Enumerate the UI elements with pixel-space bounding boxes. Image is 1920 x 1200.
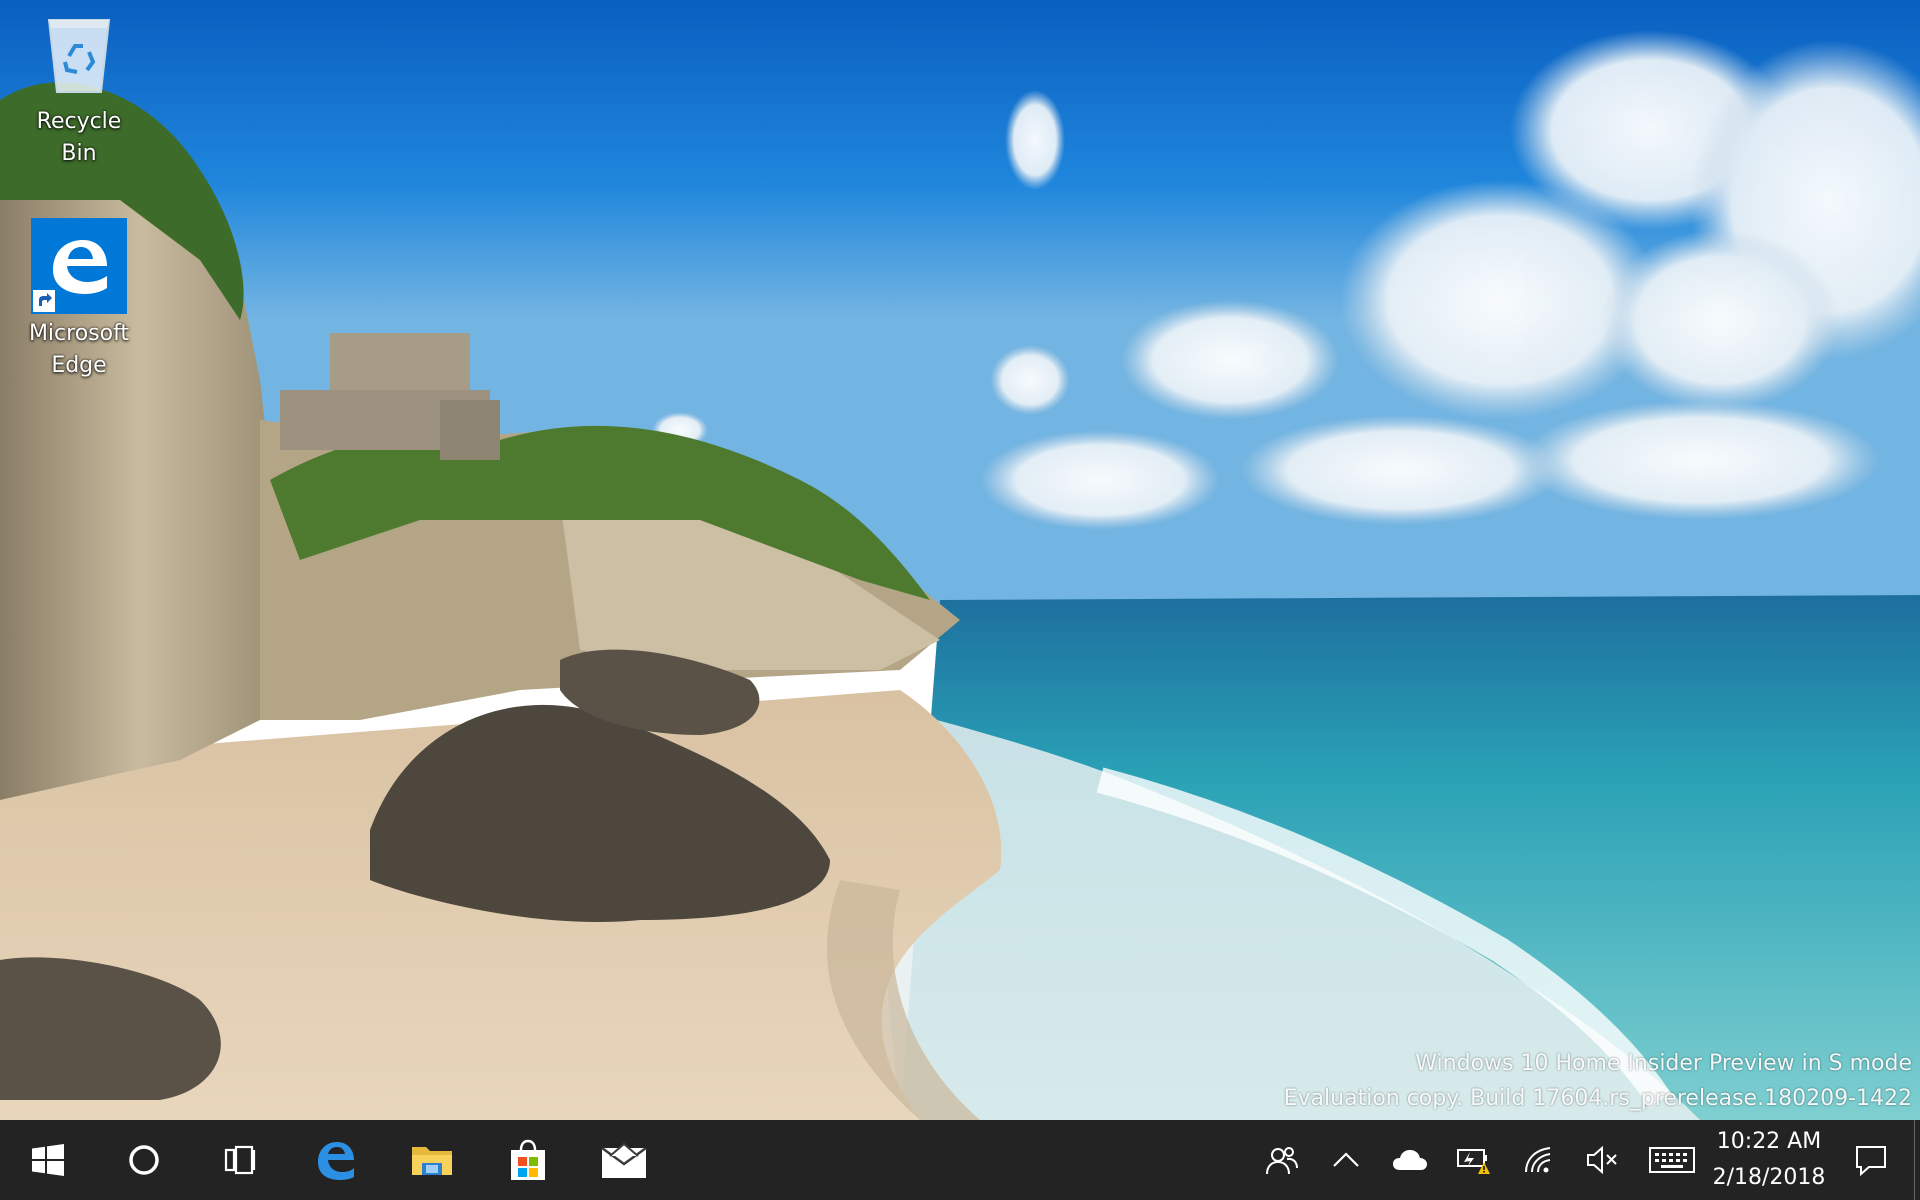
taskbar-clock[interactable]: 10:22 AM 2/18/2018 <box>1710 1120 1828 1200</box>
recycle-bin-icon <box>47 19 111 93</box>
edge-tile <box>31 218 127 314</box>
touch-keyboard-button[interactable] <box>1634 1120 1710 1200</box>
onedrive-cloud-icon <box>1393 1150 1427 1170</box>
store-button[interactable] <box>480 1120 576 1200</box>
watermark-line-1: Windows 10 Home Insider Preview in S mod… <box>1415 1051 1912 1076</box>
desktop-wallpaper <box>0 0 1920 1120</box>
file-explorer-button[interactable] <box>384 1120 480 1200</box>
evaluation-watermark: Windows 10 Home Insider Preview in S mod… <box>1284 1046 1912 1116</box>
edge-icon <box>318 1142 354 1180</box>
desktop-icon-recycle-bin[interactable]: Recycle Bin <box>24 10 134 170</box>
people-button[interactable] <box>1250 1120 1314 1200</box>
taskbar-edge-button[interactable] <box>288 1120 384 1200</box>
volume-muted-icon <box>1587 1145 1617 1175</box>
action-center-button[interactable] <box>1828 1120 1914 1200</box>
clock-date: 2/18/2018 <box>1712 1165 1826 1190</box>
cortana-circle-icon <box>129 1145 159 1175</box>
battery-warning-icon <box>1457 1149 1490 1174</box>
action-center-icon <box>1856 1146 1886 1176</box>
show-desktop-strip[interactable] <box>1914 1120 1920 1200</box>
folder-icon <box>412 1147 452 1175</box>
volume-button[interactable] <box>1570 1120 1634 1200</box>
desktop-icon-label: Recycle Bin <box>36 109 122 166</box>
battery-button[interactable] <box>1442 1120 1506 1200</box>
task-view-button[interactable] <box>192 1120 288 1200</box>
mail-envelope-icon <box>601 1142 647 1178</box>
onedrive-button[interactable] <box>1378 1120 1442 1200</box>
mail-button[interactable] <box>576 1120 672 1200</box>
clock-time: 10:22 AM <box>1716 1129 1822 1154</box>
touch-keyboard-icon <box>1649 1147 1695 1173</box>
task-view-icon <box>224 1145 256 1175</box>
people-icon <box>1266 1147 1298 1175</box>
watermark-line-2: Evaluation copy. Build 17604.rs_prerelea… <box>1283 1086 1912 1111</box>
shortcut-arrow-icon <box>33 290 55 312</box>
store-bag-icon <box>511 1139 545 1180</box>
cortana-button[interactable] <box>96 1120 192 1200</box>
chevron-up-icon <box>1333 1152 1359 1167</box>
taskbar: 10:22 AM 2/18/2018 <box>0 1120 1920 1200</box>
windows-logo-icon <box>32 1144 64 1176</box>
network-button[interactable] <box>1506 1120 1570 1200</box>
desktop-icon-microsoft-edge[interactable]: Microsoft Edge <box>24 218 134 382</box>
show-hidden-icons-button[interactable] <box>1314 1120 1378 1200</box>
wifi-icon <box>1525 1147 1551 1173</box>
desktop-icon-label: Microsoft Edge <box>28 321 130 378</box>
start-button[interactable] <box>0 1120 96 1200</box>
